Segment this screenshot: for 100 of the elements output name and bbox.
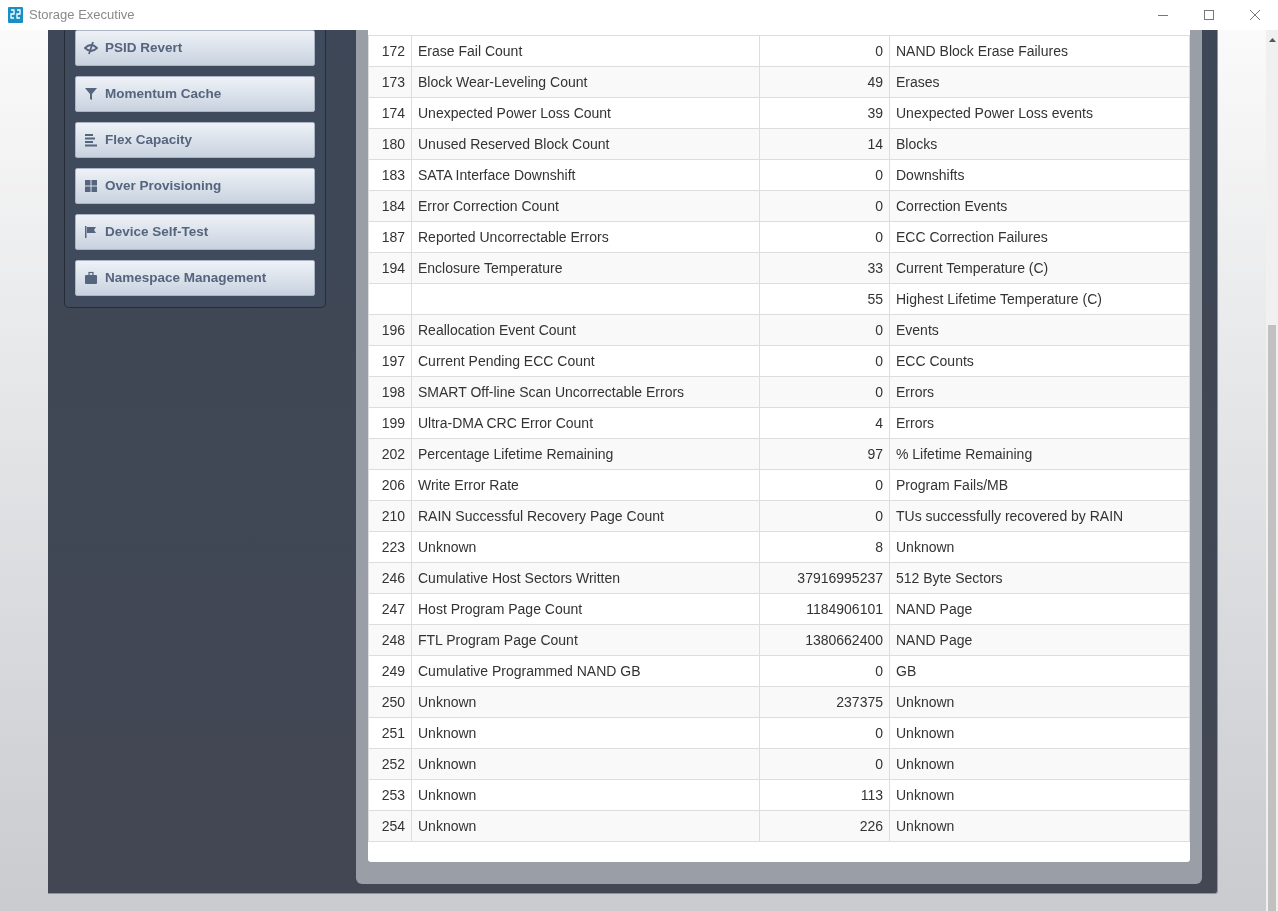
window-title: Storage Executive: [29, 6, 135, 25]
table-cell: 247: [368, 593, 412, 625]
table-cell: Unknown: [411, 686, 760, 718]
table-cell: Errors: [889, 376, 1190, 408]
table-cell: Erases: [889, 66, 1190, 98]
sidebar-button[interactable]: PSID Revert: [75, 30, 315, 66]
table-cell: 4: [759, 407, 890, 439]
table-cell: 0: [759, 500, 890, 532]
grid-icon: [84, 179, 98, 193]
table-cell: [368, 283, 412, 315]
table-cell: Program Fails/MB: [889, 469, 1190, 501]
table-cell: 8: [759, 531, 890, 563]
funnel-icon: [84, 87, 98, 101]
table-cell: Write Error Rate: [411, 469, 760, 501]
table-cell: 0: [759, 655, 890, 687]
table-cell: Events: [889, 314, 1190, 346]
table-cell: 248: [368, 624, 412, 656]
table-cell: 33: [759, 252, 890, 284]
table-cell: NAND Page: [889, 593, 1190, 625]
sidebar-button[interactable]: Over Provisioning: [75, 168, 315, 204]
table-cell: Unused Reserved Block Count: [411, 128, 760, 160]
table-cell: 0: [759, 314, 890, 346]
table-cell: 198: [368, 376, 412, 408]
minimize-icon: [1158, 14, 1168, 16]
table-cell: 37916995237: [759, 562, 890, 594]
table-cell: Downshifts: [889, 159, 1190, 191]
table-cell: 173: [368, 66, 412, 98]
table-cell: TUs successfully recovered by RAIN: [889, 500, 1190, 532]
close-icon: [1250, 10, 1260, 20]
table-cell: 250: [368, 686, 412, 718]
table-cell: 210: [368, 500, 412, 532]
table-cell: 254: [368, 810, 412, 842]
table-cell: Reported Uncorrectable Errors: [411, 221, 760, 253]
table-cell: 0: [759, 190, 890, 222]
table-cell: NAND Page: [889, 624, 1190, 656]
table-cell: GB: [889, 655, 1190, 687]
table-cell: 49: [759, 66, 890, 98]
table-cell: Reallocation Event Count: [411, 314, 760, 346]
eye-slash-icon: [84, 41, 98, 55]
table-cell: Host Program Page Count: [411, 593, 760, 625]
table-cell: 251: [368, 717, 412, 749]
table-cell: 0: [759, 345, 890, 377]
table-cell: Highest Lifetime Temperature (C): [889, 283, 1190, 315]
table-cell: Enclosure Temperature: [411, 252, 760, 284]
sidebar-button[interactable]: Flex Capacity: [75, 122, 315, 158]
scroll-up-icon: [1268, 38, 1276, 42]
table-cell: 97: [759, 438, 890, 470]
table-cell: 183: [368, 159, 412, 191]
table-cell: 180: [368, 128, 412, 160]
app-logo-icon: [8, 7, 23, 23]
table-cell: 249: [368, 655, 412, 687]
table-cell: Unknown: [411, 748, 760, 780]
table-cell: Percentage Lifetime Remaining: [411, 438, 760, 470]
text-lines-icon: [84, 133, 98, 147]
table-cell: Unknown: [889, 717, 1190, 749]
scrollbar[interactable]: [1266, 30, 1278, 911]
table-cell: Unknown: [411, 810, 760, 842]
table-cell: Current Temperature (C): [889, 252, 1190, 284]
sidebar-button[interactable]: Momentum Cache: [75, 76, 315, 112]
table-cell: 0: [759, 221, 890, 253]
table-cell: Blocks: [889, 128, 1190, 160]
table-cell: 174: [368, 97, 412, 129]
table-cell: Unexpected Power Loss Count: [411, 97, 760, 129]
table-cell: 253: [368, 779, 412, 811]
table-cell: 0: [759, 376, 890, 408]
table-cell: Current Pending ECC Count: [411, 345, 760, 377]
table-cell: 14: [759, 128, 890, 160]
table-cell: 0: [759, 469, 890, 501]
table-cell: NAND Block Erase Failures: [889, 35, 1190, 67]
table-cell: 199: [368, 407, 412, 439]
sidebar-button[interactable]: Namespace Management: [75, 260, 315, 296]
table-cell: 0: [759, 717, 890, 749]
table-cell: 194: [368, 252, 412, 284]
table-cell: Unexpected Power Loss events: [889, 97, 1190, 129]
table-cell: Ultra-DMA CRC Error Count: [411, 407, 760, 439]
table-cell: 512 Byte Sectors: [889, 562, 1190, 594]
table-cell: Unknown: [889, 686, 1190, 718]
table-cell: Correction Events: [889, 190, 1190, 222]
table-cell: Block Wear-Leveling Count: [411, 66, 760, 98]
table-cell: Erase Fail Count: [411, 35, 760, 67]
table-cell: 1380662400: [759, 624, 890, 656]
table-cell: Unknown: [889, 810, 1190, 842]
table-cell: 113: [759, 779, 890, 811]
table-cell: 202: [368, 438, 412, 470]
table-cell: Cumulative Host Sectors Written: [411, 562, 760, 594]
scrollbar-thumb[interactable]: [1268, 325, 1276, 911]
table-cell: 0: [759, 748, 890, 780]
table-cell: FTL Program Page Count: [411, 624, 760, 656]
table-cell: 0: [759, 159, 890, 191]
table-cell: 237375: [759, 686, 890, 718]
table-cell: ECC Correction Failures: [889, 221, 1190, 253]
table-cell: 246: [368, 562, 412, 594]
table-cell: 196: [368, 314, 412, 346]
table-cell: 1184906101: [759, 593, 890, 625]
sidebar-button[interactable]: Device Self-Test: [75, 214, 315, 250]
table-cell: % Lifetime Remaining: [889, 438, 1190, 470]
table-cell: 197: [368, 345, 412, 377]
table-cell: SATA Interface Downshift: [411, 159, 760, 191]
table-cell: 187: [368, 221, 412, 253]
table-cell: Unknown: [411, 717, 760, 749]
